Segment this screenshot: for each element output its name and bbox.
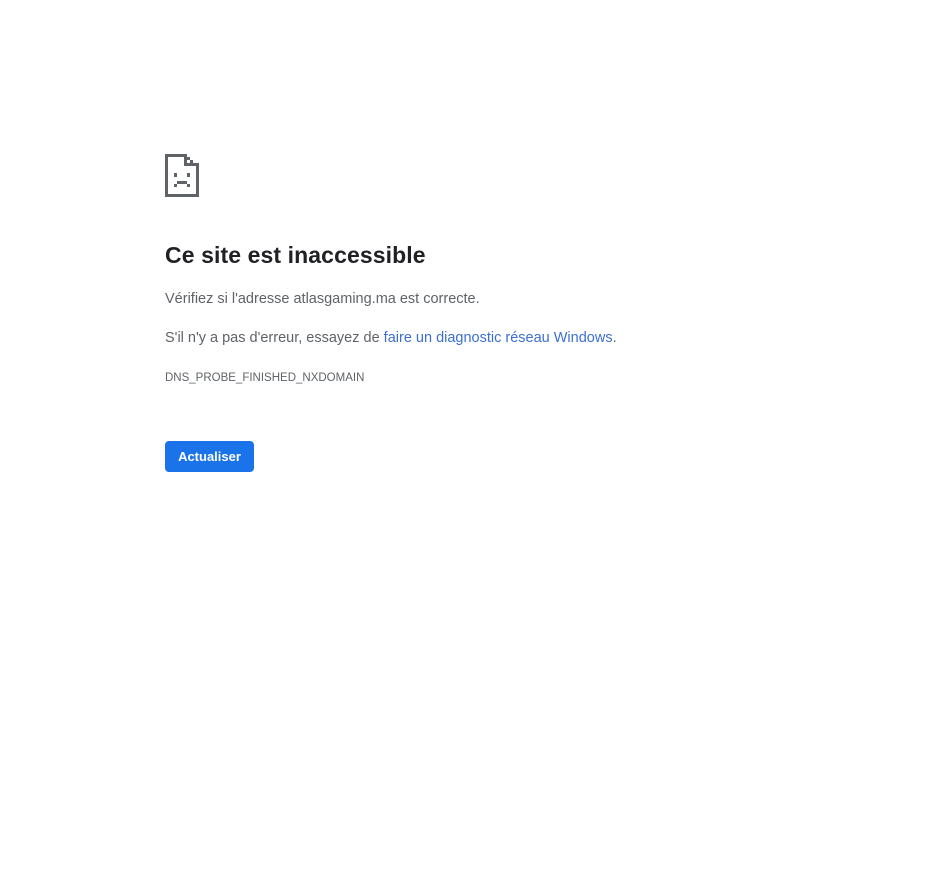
sad-page-icon — [165, 154, 199, 197]
network-diagnostic-link[interactable]: faire un diagnostic réseau Windows — [384, 330, 613, 346]
check-address-text: Vérifiez si l'adresse atlasgaming.ma est… — [165, 291, 480, 307]
suggestion-text: S'il n'y a pas d'erreur, essayez de fair… — [165, 330, 617, 346]
reload-button[interactable]: Actualiser — [165, 441, 254, 472]
suggestion-prefix: S'il n'y a pas d'erreur, essayez de — [165, 330, 384, 346]
error-code: DNS_PROBE_FINISHED_NXDOMAIN — [165, 372, 365, 384]
suggestion-suffix: . — [612, 330, 617, 346]
page-title: Ce site est inaccessible — [165, 242, 426, 268]
